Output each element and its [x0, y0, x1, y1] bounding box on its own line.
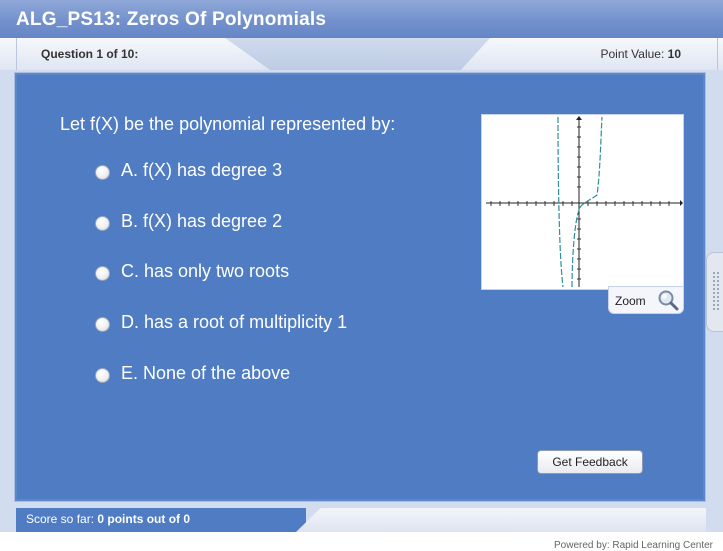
- y-axis-arrow: [576, 116, 582, 120]
- footer-decoration: [296, 508, 706, 532]
- option-b-label: B. f(X) has degree 2: [121, 211, 283, 231]
- point-value: Point Value: 10: [600, 47, 681, 61]
- question-prompt: Let f(X) be the polynomial represented b…: [60, 114, 396, 134]
- title-bar: ALG_PS13: Zeros Of Polynomials: [0, 0, 723, 38]
- main-area: Let f(X) be the polynomial represented b…: [0, 70, 723, 508]
- x-axis-arrow: [680, 200, 683, 206]
- option-b-radio[interactable]: [95, 216, 110, 231]
- powered-by: Powered by: Rapid Learning Center: [554, 540, 713, 551]
- question-number: Question 1 of 10:: [41, 47, 139, 61]
- option-e-radio[interactable]: [95, 368, 110, 383]
- get-feedback-button[interactable]: Get Feedback: [537, 450, 643, 474]
- footer-bar: Score so far: 0 points out of 0: [0, 508, 723, 532]
- polynomial-graph[interactable]: [481, 114, 684, 290]
- point-value-number: 10: [667, 47, 681, 61]
- option-a-radio[interactable]: [95, 165, 110, 180]
- score-label: Score so far:: [26, 512, 95, 526]
- zoom-label: Zoom: [615, 294, 646, 308]
- option-c-radio[interactable]: [95, 266, 110, 281]
- option-d-radio[interactable]: [95, 317, 110, 332]
- curve-left-branch: [557, 116, 564, 288]
- page-title: ALG_PS13: Zeros Of Polynomials: [16, 9, 327, 30]
- option-a-label: A. f(X) has degree 3: [121, 160, 283, 180]
- question-bar: Question 1 of 10: Point Value: 10: [0, 38, 723, 71]
- score-tab: Score so far: 0 points out of 0: [16, 508, 306, 532]
- question-panel: Let f(X) be the polynomial represented b…: [14, 72, 706, 502]
- graph-plot: [486, 116, 683, 288]
- point-value-label: Point Value:: [600, 47, 665, 61]
- score-value: 0 points out of 0: [97, 512, 191, 526]
- side-panel-handle[interactable]: [706, 252, 723, 332]
- option-c-label: C. has only two roots: [121, 261, 290, 281]
- zoom-button[interactable]: Zoom: [608, 286, 684, 314]
- magnifier-icon: [658, 290, 679, 311]
- grip-icon: [712, 271, 720, 311]
- option-d-label: D. has a root of multiplicity 1: [121, 312, 348, 332]
- option-e-label: E. None of the above: [121, 363, 291, 383]
- score-text: Score so far: 0 points out of 0: [26, 512, 190, 526]
